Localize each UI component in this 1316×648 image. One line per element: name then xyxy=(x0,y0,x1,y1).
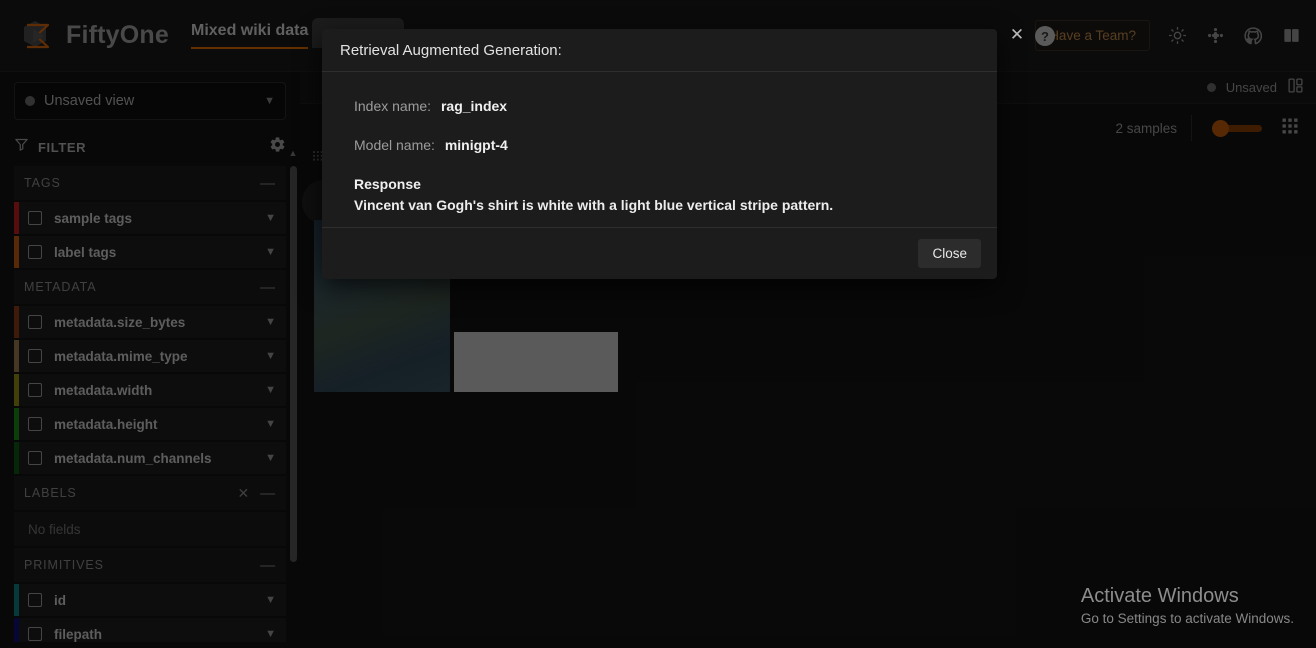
modal-title: Retrieval Augmented Generation: xyxy=(340,41,562,59)
response-text: Vincent van Gogh's shirt is white with a… xyxy=(354,197,834,213)
fiftyone-app: FiftyOne Mixed wiki data Have a Team? xyxy=(0,0,1316,648)
help-icon[interactable]: ? xyxy=(1035,26,1055,46)
watermark-subtitle: Go to Settings to activate Windows. xyxy=(1080,611,1294,626)
response-label: Response xyxy=(354,176,421,192)
modal-footer: Close xyxy=(322,227,997,279)
index-name-row: Index name: rag_index xyxy=(354,98,965,114)
modal-body: Index name: rag_index Model name: minigp… xyxy=(322,72,997,227)
model-name-row: Model name: minigpt-4 xyxy=(354,137,965,153)
index-name-label: Index name: xyxy=(354,98,432,114)
close-button[interactable]: Close xyxy=(918,239,981,268)
model-name-value: minigpt-4 xyxy=(444,137,508,153)
rag-modal: Retrieval Augmented Generation: Index na… xyxy=(322,29,997,279)
model-name-label: Model name: xyxy=(354,137,435,153)
modal-header: Retrieval Augmented Generation: xyxy=(322,29,997,72)
index-name-value: rag_index xyxy=(440,98,508,114)
watermark-title: Activate Windows xyxy=(1080,585,1239,607)
close-icon[interactable]: ✕ xyxy=(1009,26,1025,43)
windows-activation-watermark: Activate Windows Go to Settings to activ… xyxy=(1081,585,1294,626)
